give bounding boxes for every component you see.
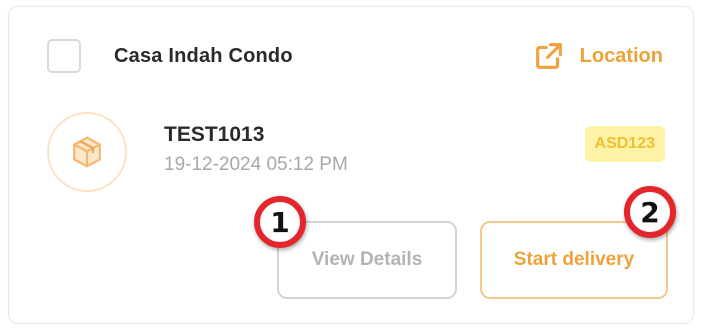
- package-avatar: [47, 112, 127, 192]
- card-title: Casa Indah Condo: [114, 45, 293, 67]
- select-checkbox[interactable]: [47, 39, 81, 73]
- annotation-marker-2: 2: [624, 186, 676, 238]
- order-id: TEST1013: [164, 123, 265, 146]
- location-label: Location: [579, 44, 663, 67]
- view-details-button[interactable]: View Details: [277, 221, 457, 299]
- order-timestamp: 19-12-2024 05:12 PM: [164, 154, 348, 175]
- code-badge: ASD123: [584, 126, 665, 162]
- delivery-card: Casa Indah Condo Location TEST1013 19-12…: [8, 6, 694, 324]
- annotation-marker-1: 1: [254, 196, 306, 248]
- external-link-icon: [532, 39, 566, 73]
- location-link[interactable]: Location: [532, 39, 663, 73]
- package-icon: [69, 134, 105, 170]
